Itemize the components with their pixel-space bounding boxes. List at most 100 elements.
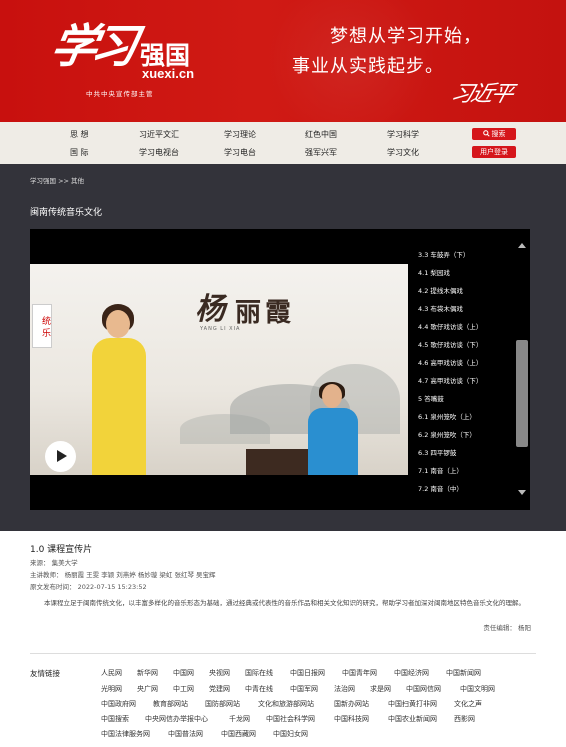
chapter-item[interactable]: 4.6 高甲戏访谈（上） <box>418 357 482 367</box>
login-button[interactable]: 用户登录 <box>472 146 516 158</box>
chapter-item[interactable]: 6.1 泉州笼吹（上） <box>418 411 476 421</box>
chapter-item[interactable]: 5 答嘴鼓 <box>418 393 444 403</box>
friend-link[interactable]: 中国网 <box>173 668 194 678</box>
friend-link[interactable]: 中国普法网 <box>168 729 203 739</box>
friend-link[interactable]: 文化之声 <box>454 699 482 709</box>
play-icon <box>57 450 67 462</box>
logo-subtitle: 中共中央宣传部主管 <box>86 90 154 98</box>
header-banner: 学习 强国 xuexi.cn 中共中央宣传部主管 梦想从学习开始， 事业从实践起… <box>0 0 566 122</box>
friend-link[interactable]: 新华网 <box>137 668 158 678</box>
nav-item-lilun[interactable]: 学习理论 <box>224 129 256 140</box>
friend-link[interactable]: 央广网 <box>137 684 158 694</box>
course-title: 闽南传统音乐文化 <box>30 208 103 218</box>
friend-link[interactable]: 中国西藏网 <box>221 729 256 739</box>
signature: 习近平 <box>447 82 515 107</box>
play-button[interactable] <box>45 441 76 472</box>
nav-item-wenhui[interactable]: 习近平文汇 <box>139 129 179 140</box>
scroll-up-arrow-icon[interactable] <box>518 243 526 248</box>
friend-link[interactable]: 中国文明网 <box>460 684 495 694</box>
friend-link[interactable]: 人民网 <box>101 668 122 678</box>
friend-link[interactable]: 中国妇女网 <box>273 729 308 739</box>
friend-link[interactable]: 国防部网站 <box>205 699 240 709</box>
lesson-description: 本课程立足于闽南传统文化，以丰富多样化的音乐形态为基础，通过经典或代表性的音乐作… <box>44 599 525 607</box>
friend-link[interactable]: 中国农业新闻网 <box>388 714 437 724</box>
friend-link[interactable]: 中青在线 <box>245 684 273 694</box>
chapter-item[interactable]: 3.3 车鼓弄（下） <box>418 249 469 259</box>
lecturer-figure <box>92 304 146 475</box>
friend-link[interactable]: 中央网信办举报中心 <box>145 714 208 724</box>
chapter-item[interactable]: 4.1 梨园戏 <box>418 267 450 277</box>
responsible-editor: 责任编辑： 杨阳 <box>483 624 531 632</box>
chapter-item[interactable]: 4.4 歌仔戏访谈（上） <box>418 321 482 331</box>
friend-link[interactable]: 中国扫黄打非网 <box>388 699 437 709</box>
friend-link[interactable]: 中国政府网 <box>101 699 136 709</box>
guest-figure <box>304 382 362 475</box>
chapter-item[interactable]: 6.3 四平锣鼓 <box>418 447 456 457</box>
friend-link[interactable]: 国际在线 <box>245 668 273 678</box>
friend-link[interactable]: 教育部网站 <box>153 699 188 709</box>
friend-link[interactable]: 中国日报网 <box>290 668 325 678</box>
nav-item-guoji[interactable]: 国 际 <box>70 147 89 158</box>
friend-link[interactable]: 千龙网 <box>229 714 250 724</box>
section-divider <box>30 653 536 654</box>
search-button-label: 搜索 <box>491 130 506 138</box>
lesson-title: 1.0 课程宣传片 <box>30 545 93 555</box>
friend-link[interactable]: 国新办网站 <box>334 699 369 709</box>
nav-item-wenhua[interactable]: 学习文化 <box>387 147 419 158</box>
friend-link[interactable]: 求是网 <box>370 684 391 694</box>
search-button[interactable]: 搜索 <box>472 128 516 140</box>
friend-link[interactable]: 中国青年网 <box>342 668 377 678</box>
logo-domain: xuexi.cn <box>142 66 195 81</box>
friend-link[interactable]: 党建网 <box>209 684 230 694</box>
scroll-thumb[interactable] <box>516 340 528 447</box>
lesson-source: 来源： 集美大学 <box>30 559 78 567</box>
friend-link[interactable]: 中国法律服务网 <box>101 729 150 739</box>
friend-link[interactable]: 法治网 <box>334 684 355 694</box>
mountain-shape <box>180 414 270 444</box>
nav-item-kexue[interactable]: 学习科学 <box>387 129 419 140</box>
friend-link[interactable]: 文化和旅游部网站 <box>258 699 314 709</box>
slogan-line-2: 事业从实践起步。 <box>292 56 444 77</box>
romanized-name: YANG LI XIA <box>200 326 241 332</box>
video-player[interactable]: 统 乐 杨 丽霞 YANG LI XIA <box>30 229 408 510</box>
friend-link[interactable]: 中国经济网 <box>394 668 429 678</box>
chapter-item[interactable]: 7.1 南音（上） <box>418 465 463 475</box>
chapter-list: 3.3 车鼓弄（下） 4.1 梨园戏 4.2 提线木偶戏 4.3 布袋木偶戏 4… <box>408 229 530 510</box>
chapter-item[interactable]: 4.2 提线木偶戏 <box>418 285 463 295</box>
logo-calligraphy[interactable]: 学习 <box>46 10 138 76</box>
friend-link[interactable]: 中国科技网 <box>334 714 369 724</box>
nav-item-dianshitai[interactable]: 学习电视台 <box>139 147 179 158</box>
friend-link[interactable]: 中国搜索 <box>101 714 129 724</box>
scroll-down-arrow-icon[interactable] <box>518 490 526 495</box>
friend-link[interactable]: 中国网信网 <box>406 684 441 694</box>
nav-item-diantai[interactable]: 学习电台 <box>224 147 256 158</box>
friend-link[interactable]: 中工网 <box>173 684 194 694</box>
friend-link[interactable]: 西影网 <box>454 714 475 724</box>
chapter-scrollbar[interactable] <box>515 241 529 497</box>
slogan-line-1: 梦想从学习开始， <box>330 26 482 47</box>
calligraphy-surname: 杨 <box>195 292 225 327</box>
lesson-publish-time: 原文发布时间： 2022-07-15 15:23:52 <box>30 583 147 591</box>
course-area: 学习强国 >> 其他 闽南传统音乐文化 统 乐 杨 丽霞 YANG LI XIA <box>0 164 566 531</box>
friend-link[interactable]: 中国社会科学网 <box>266 714 315 724</box>
chapter-item[interactable]: 4.7 高甲戏访谈（下） <box>418 375 482 385</box>
scroll-painting: 统 乐 <box>32 304 52 348</box>
chapter-item[interactable]: 4.5 歌仔戏访谈（下） <box>418 339 482 349</box>
video-frame: 统 乐 杨 丽霞 YANG LI XIA <box>30 264 408 475</box>
nav-item-hongse[interactable]: 红色中国 <box>305 129 337 140</box>
friend-link[interactable]: 中国新闻网 <box>446 668 481 678</box>
lesson-teachers: 主讲教师： 杨丽霞 王雯 李颖 刘燕婷 杨妙璇 梁虹 张红琴 吴宝辉 <box>30 571 216 579</box>
nav-item-qiangjun[interactable]: 强军兴军 <box>305 147 337 158</box>
main-nav: 思 想 习近平文汇 学习理论 红色中国 学习科学 国 际 学习电视台 学习电台 … <box>0 122 566 164</box>
friend-links-label: 友情链接 <box>30 669 60 678</box>
breadcrumb[interactable]: 学习强国 >> 其他 <box>30 175 84 185</box>
chapter-item[interactable]: 7.2 南音（中） <box>418 483 463 493</box>
friend-link[interactable]: 光明网 <box>101 684 122 694</box>
chapter-item[interactable]: 4.3 布袋木偶戏 <box>418 303 463 313</box>
nav-item-sixiang[interactable]: 思 想 <box>70 129 89 140</box>
calligraphy-name: 丽霞 <box>235 298 296 328</box>
search-icon <box>482 130 490 137</box>
friend-link[interactable]: 中国军网 <box>290 684 318 694</box>
chapter-item[interactable]: 6.2 泉州笼吹（下） <box>418 429 476 439</box>
friend-link[interactable]: 央视网 <box>209 668 230 678</box>
